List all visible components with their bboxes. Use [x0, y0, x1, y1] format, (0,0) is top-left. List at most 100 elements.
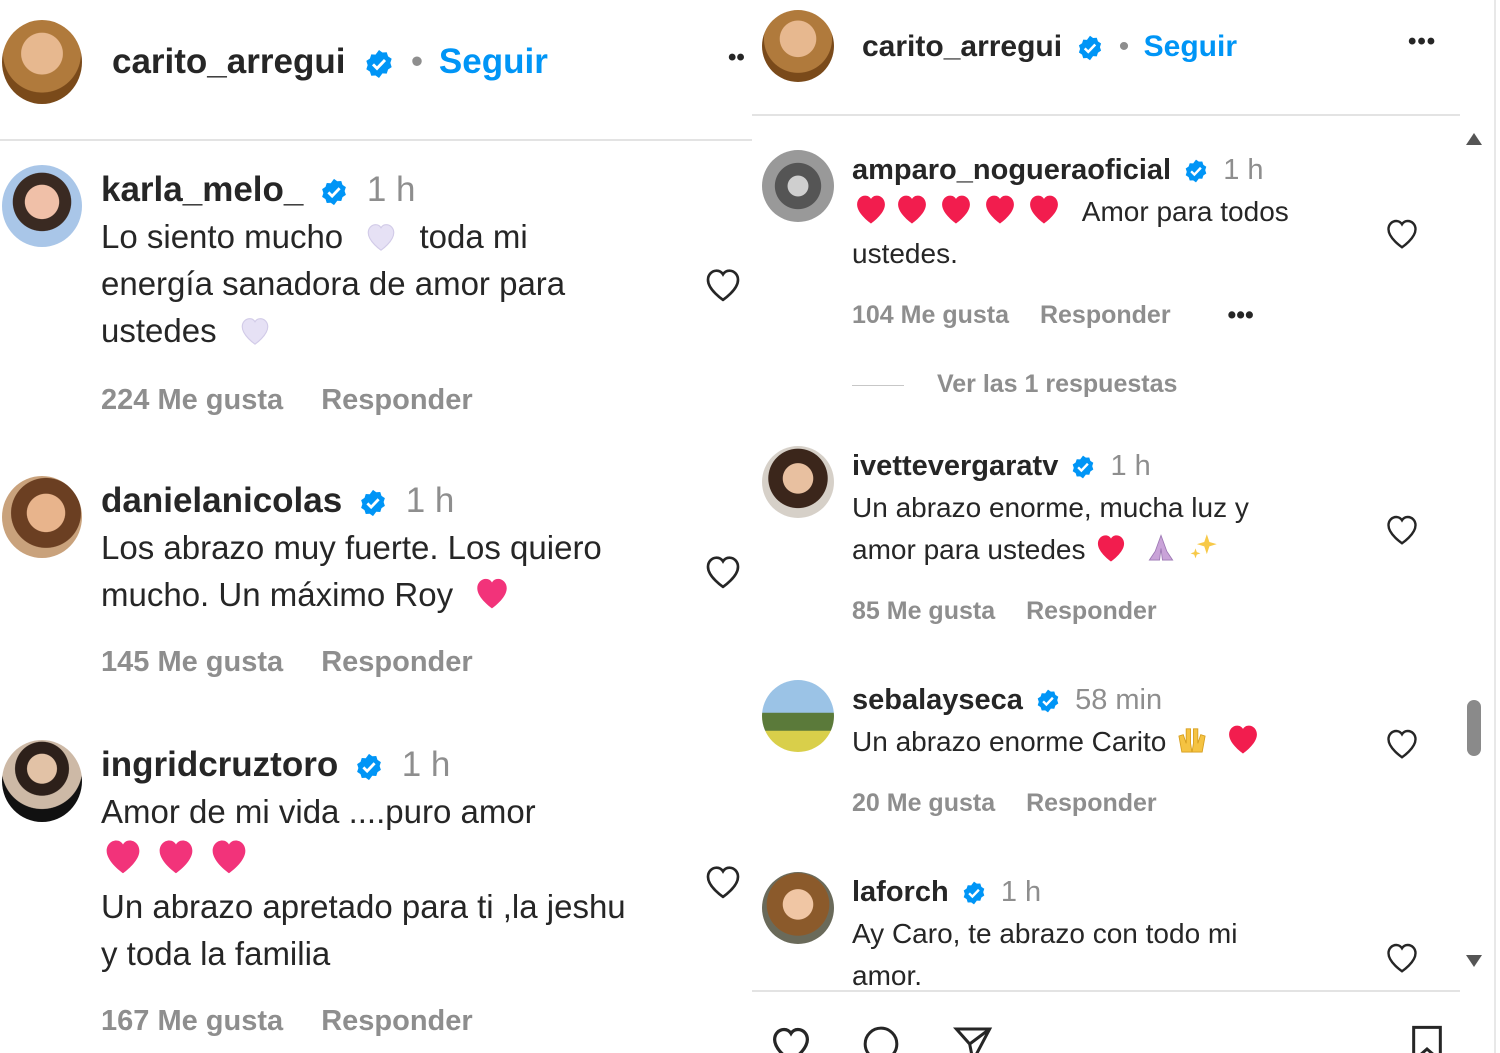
like-count[interactable]: 104 Me gusta: [852, 301, 1009, 329]
like-count[interactable]: 167 Me gusta: [101, 1005, 283, 1037]
panel-edge: [1494, 0, 1496, 1053]
pink-heart-emoji-icon: [159, 840, 193, 874]
comment-username[interactable]: ivettevergaratv: [852, 450, 1058, 482]
comment: karla_melo_ 1 h Lo siento mucho toda mi …: [101, 166, 701, 417]
commenter-avatar[interactable]: [762, 680, 834, 752]
post-header: carito_arregui • Seguir ••: [0, 0, 752, 130]
raising-hands-emoji-icon: [1178, 728, 1206, 753]
comment-time: 1 h: [1000, 876, 1042, 908]
comment-text: Un abrazo enorme Carito: [852, 721, 1352, 763]
like-count[interactable]: 20 Me gusta: [852, 789, 995, 817]
like-count[interactable]: 85 Me gusta: [852, 597, 995, 625]
comment: ivettevergaratv 1 h Un abrazo enorme, mu…: [852, 445, 1352, 626]
comment-line: Un abrazo apretado para ti ,la jeshu: [101, 888, 626, 925]
like-count[interactable]: 224 Me gusta: [101, 384, 283, 416]
header-divider: [752, 114, 1460, 116]
comment-line: amor.: [852, 960, 923, 991]
verified-badge-icon: [357, 753, 381, 780]
comment-meta: 224 Me gusta Responder: [101, 384, 701, 417]
comment-username[interactable]: ingridcruztoro: [101, 745, 338, 784]
follow-button[interactable]: Seguir: [1144, 30, 1237, 63]
comment-more-button[interactable]: •••: [1228, 301, 1254, 329]
more-options-button[interactable]: ••: [728, 44, 745, 72]
comment: amparo_nogueraoficial 1 h Amor para todo…: [852, 149, 1352, 399]
reply-button[interactable]: Responder: [321, 384, 472, 416]
comment-username[interactable]: amparo_nogueraoficial: [852, 154, 1171, 186]
comment-line: Lo siento mucho: [101, 218, 344, 255]
author-avatar[interactable]: [2, 20, 82, 104]
author-username[interactable]: carito_arregui: [112, 42, 345, 81]
comment: laforch 1 h Ay Caro, te abrazo con todo …: [852, 871, 1352, 997]
commenter-avatar[interactable]: [2, 476, 82, 558]
author-username[interactable]: carito_arregui: [862, 30, 1062, 63]
comment-line: Un abrazo enorme, mucha luz y: [852, 492, 1249, 523]
follow-button[interactable]: Seguir: [439, 42, 548, 81]
heart-outline-icon[interactable]: [703, 862, 743, 900]
post-header: carito_arregui • Seguir •••: [752, 0, 1500, 112]
comment-line: Ay Caro, te abrazo con todo mi: [852, 918, 1238, 949]
comment-username[interactable]: sebalayseca: [852, 684, 1023, 716]
verified-badge-icon: [1037, 689, 1059, 713]
comment-text: Amor de mi vida ....puro amor Un abrazo …: [101, 788, 701, 977]
post-action-bar: [752, 990, 1460, 1053]
red-heart-emoji-icon: [857, 195, 885, 224]
comment-meta: 85 Me gusta Responder: [852, 597, 1352, 626]
reply-button[interactable]: Responder: [321, 1005, 472, 1037]
pink-heart-emoji-icon: [477, 578, 508, 609]
comment-username[interactable]: danielanicolas: [101, 481, 342, 520]
sparkles-emoji-icon: [1190, 534, 1217, 559]
scroll-up-icon[interactable]: [1464, 130, 1484, 148]
commenter-avatar[interactable]: [762, 150, 834, 222]
comment-line: Amor de mi vida ....puro amor: [101, 793, 536, 830]
verified-badge-icon: [1079, 35, 1102, 61]
comment: sebalayseca 58 min Un abrazo enorme Cari…: [852, 679, 1352, 818]
reply-button[interactable]: Responder: [1026, 789, 1157, 817]
heart-outline-icon[interactable]: [1384, 726, 1420, 760]
share-icon[interactable]: [944, 1024, 1002, 1053]
view-replies[interactable]: Ver las 1 respuestas: [852, 370, 1352, 399]
commenter-avatar[interactable]: [2, 740, 82, 822]
author-avatar[interactable]: [762, 10, 834, 82]
save-icon[interactable]: [1404, 1024, 1450, 1053]
comments-scrollbar[interactable]: [1459, 130, 1489, 980]
comment-meta: 104 Me gusta Responder •••: [852, 301, 1352, 330]
heart-outline-icon[interactable]: [1384, 512, 1420, 546]
red-hearts-emoji-row: [852, 195, 1074, 227]
comment-line: Los abrazo muy fuerte. Los quiero: [101, 529, 602, 566]
comment-line: ustedes: [101, 312, 217, 349]
comment-text: Amor para todos ustedes.: [852, 191, 1352, 275]
comment-icon[interactable]: [852, 1024, 910, 1053]
comment: ingridcruztoro 1 h Amor de mi vida ....p…: [101, 741, 701, 1038]
scroll-down-icon[interactable]: [1464, 952, 1484, 970]
verified-badge-icon: [963, 881, 985, 905]
comment-text: Ay Caro, te abrazo con todo mi amor.: [852, 913, 1352, 997]
comment-username[interactable]: laforch: [852, 876, 949, 908]
comment-meta: 167 Me gusta Responder: [101, 1005, 701, 1038]
view-replies-label[interactable]: Ver las 1 respuestas: [937, 370, 1177, 398]
heart-outline-icon[interactable]: [1384, 216, 1420, 250]
comment-line: y toda la familia: [101, 935, 331, 972]
reply-button[interactable]: Responder: [321, 646, 472, 678]
red-heart-emoji-icon: [1098, 535, 1125, 562]
scroll-thumb[interactable]: [1467, 700, 1481, 756]
commenter-avatar[interactable]: [2, 165, 82, 247]
verified-badge-icon: [1073, 455, 1094, 479]
heart-outline-icon[interactable]: [1384, 940, 1420, 974]
heart-outline-icon[interactable]: [703, 265, 743, 303]
red-heart-emoji-icon: [898, 195, 926, 224]
commenter-avatar[interactable]: [762, 446, 834, 518]
reply-button[interactable]: Responder: [1040, 301, 1171, 329]
heart-outline-icon[interactable]: [703, 552, 743, 590]
like-count[interactable]: 145 Me gusta: [101, 646, 283, 678]
more-options-button[interactable]: •••: [1408, 28, 1436, 56]
comment-text: Un abrazo enorme, mucha luz y amor para …: [852, 487, 1352, 571]
comment-line: toda mi: [419, 218, 528, 255]
commenter-avatar[interactable]: [762, 872, 834, 944]
comment-username[interactable]: karla_melo_: [101, 170, 303, 209]
pink-heart-emoji-icon: [106, 840, 140, 874]
red-heart-emoji-icon: [986, 195, 1014, 224]
comment-meta: 145 Me gusta Responder: [101, 646, 701, 679]
like-icon[interactable]: [762, 1024, 820, 1053]
reply-button[interactable]: Responder: [1026, 597, 1157, 625]
comment-time: 1 h: [366, 170, 416, 209]
